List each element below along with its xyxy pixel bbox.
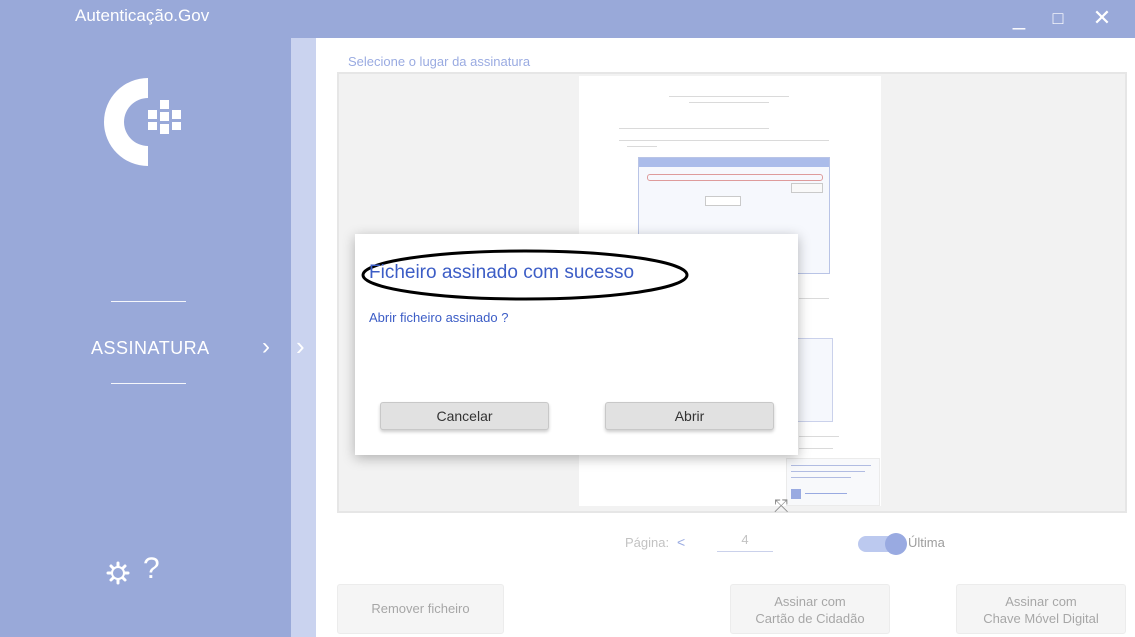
open-button[interactable]: Abrir (605, 402, 774, 430)
dialog-title: Ficheiro assinado com sucesso (369, 262, 635, 283)
cancel-button[interactable]: Cancelar (380, 402, 549, 430)
dialog-question: Abrir ficheiro assinado ? (369, 310, 509, 325)
